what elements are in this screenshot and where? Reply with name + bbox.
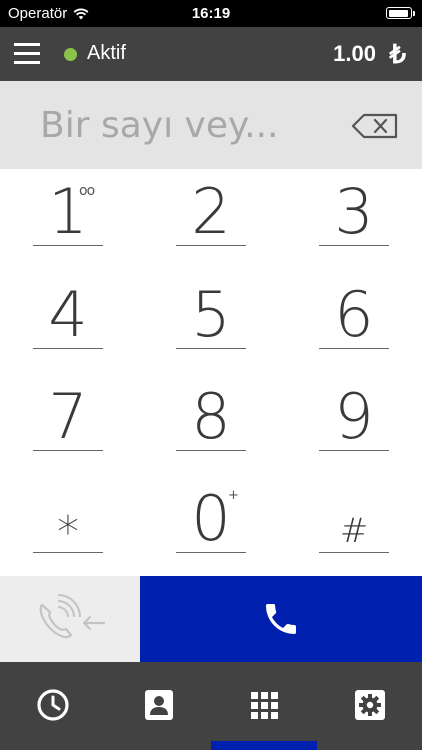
key-6[interactable]: 6 (309, 272, 399, 372)
key-9-label: 9 (334, 380, 374, 453)
app-header: Aktif 1.00 ₺ (0, 27, 422, 81)
call-history-incoming-icon (39, 594, 106, 639)
key-hash[interactable]: # (309, 476, 399, 576)
key-5-label: 5 (191, 278, 231, 351)
key-underline (176, 450, 246, 451)
key-underline (176, 552, 246, 553)
key-underline (319, 348, 389, 349)
key-0-label: 0 (191, 482, 231, 555)
battery-icon (386, 7, 415, 19)
key-2[interactable]: 2 (166, 169, 256, 269)
plus-sign: + (228, 488, 239, 503)
clock-icon (37, 689, 69, 721)
backspace-icon[interactable] (350, 112, 400, 140)
status-bar: Operatör 16:19 (0, 0, 422, 27)
key-star-label: * (57, 507, 79, 558)
key-7-label: 7 (48, 380, 88, 453)
voicemail-icon: oo (79, 183, 95, 199)
bottom-tab-bar (0, 662, 422, 750)
key-1-label: 1 (48, 175, 88, 248)
key-underline (319, 245, 389, 246)
key-underline (319, 552, 389, 553)
key-4-label: 4 (48, 278, 88, 351)
key-underline (176, 348, 246, 349)
key-3-label: 3 (334, 175, 374, 248)
key-5[interactable]: 5 (166, 272, 256, 372)
key-underline (319, 450, 389, 451)
key-underline (33, 245, 103, 246)
key-underline (176, 245, 246, 246)
tab-recents[interactable] (0, 662, 106, 750)
tab-contacts[interactable] (106, 662, 212, 750)
battery-fill (388, 9, 409, 17)
phone-number-input[interactable] (40, 95, 330, 155)
key-6-label: 6 (334, 278, 374, 351)
key-9[interactable]: 9 (309, 374, 399, 474)
phone-icon (266, 604, 296, 634)
key-2-label: 2 (191, 175, 231, 248)
settings-icon (354, 690, 385, 720)
key-4[interactable]: 4 (23, 272, 113, 372)
contacts-icon (144, 690, 173, 720)
status-indicator-dot (64, 48, 77, 61)
key-underline (33, 552, 103, 553)
balance-amount: 1.00 (333, 41, 376, 66)
key-7[interactable]: 7 (23, 374, 113, 474)
status-label: Aktif (87, 42, 126, 64)
key-1[interactable]: 1 oo (23, 169, 113, 269)
recall-button[interactable] (0, 576, 140, 662)
active-tab-indicator (211, 741, 317, 750)
call-button[interactable] (140, 576, 422, 662)
key-0[interactable]: 0 + (166, 476, 256, 576)
tab-settings[interactable] (317, 662, 422, 750)
key-underline (33, 348, 103, 349)
call-actions (0, 576, 422, 662)
key-hash-label: # (339, 511, 369, 551)
tab-keypad[interactable] (211, 662, 317, 750)
key-8-label: 8 (191, 380, 231, 453)
hamburger-menu-icon[interactable] (14, 41, 40, 67)
key-3[interactable]: 3 (309, 169, 399, 269)
dial-keypad: 1 oo 2 3 4 5 6 7 8 9 * 0 + # (0, 169, 422, 576)
key-star[interactable]: * (23, 476, 113, 576)
key-underline (33, 450, 103, 451)
clock-time: 16:19 (191, 5, 231, 22)
currency-symbol: ₺ (389, 39, 406, 69)
keypad-icon (251, 692, 278, 719)
key-8[interactable]: 8 (166, 374, 256, 474)
